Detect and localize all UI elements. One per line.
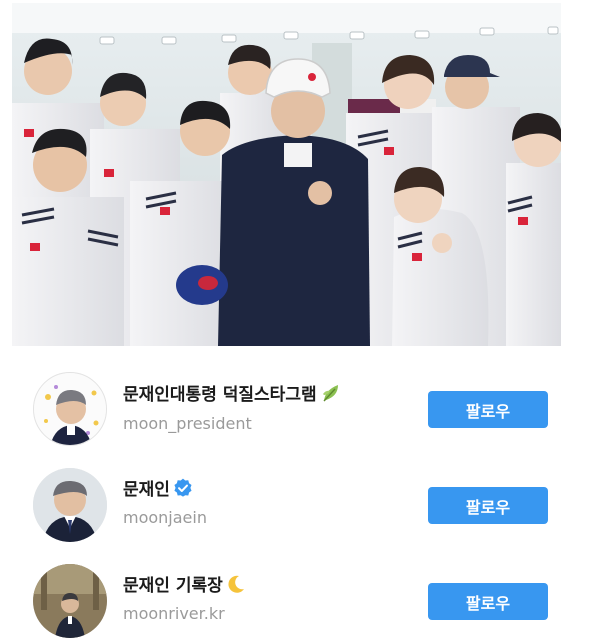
account-text: 문재인 기록장 moonriver.kr: [123, 574, 422, 624]
group-photo: [12, 3, 561, 346]
suggested-accounts-list: 문재인대통령 덕질스타그램 moon_president 팔로우 문재인 moo…: [0, 360, 592, 642]
verified-badge-icon: [173, 478, 193, 502]
crescent-moon-icon: [226, 574, 246, 598]
account-handle: moonjaein: [123, 508, 207, 527]
avatar[interactable]: [33, 564, 107, 638]
account-handle: moon_president: [123, 414, 252, 433]
avatar[interactable]: [33, 468, 107, 542]
account-name[interactable]: 문재인 기록장: [123, 575, 223, 597]
account-text: 문재인대통령 덕질스타그램 moon_president: [123, 382, 422, 434]
account-row[interactable]: 문재인대통령 덕질스타그램 moon_president 팔로우: [0, 360, 592, 456]
follow-button[interactable]: 팔로우: [428, 583, 548, 620]
instagram-page: 문재인대통령 덕질스타그램 moon_president 팔로우 문재인 moo…: [0, 0, 592, 642]
account-name[interactable]: 문재인: [123, 479, 170, 501]
leaf-icon: [320, 382, 342, 408]
account-name[interactable]: 문재인대통령 덕질스타그램: [123, 384, 317, 406]
avatar[interactable]: [33, 372, 107, 446]
follow-button[interactable]: 팔로우: [428, 487, 548, 524]
account-row[interactable]: 문재인 moonjaein 팔로우: [0, 456, 592, 552]
account-row[interactable]: 문재인 기록장 moonriver.kr 팔로우: [0, 552, 592, 642]
account-handle: moonriver.kr: [123, 604, 225, 623]
account-text: 문재인 moonjaein: [123, 478, 422, 528]
follow-button[interactable]: 팔로우: [428, 391, 548, 428]
